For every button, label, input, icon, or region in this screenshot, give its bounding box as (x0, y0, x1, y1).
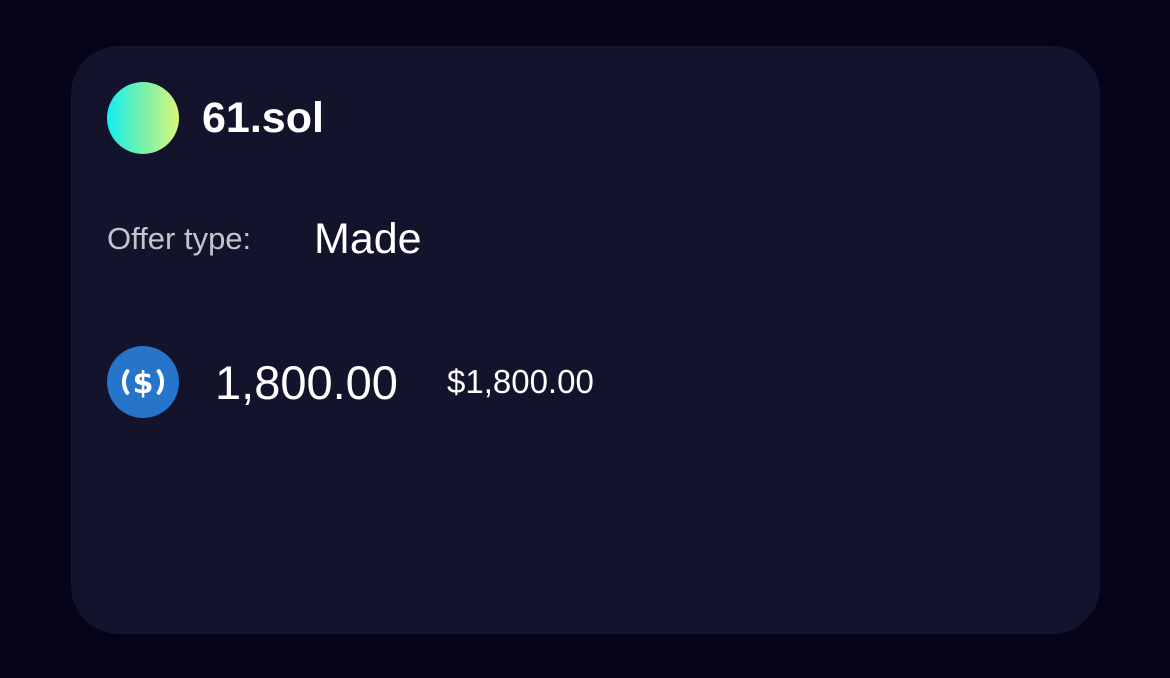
svg-text:$: $ (133, 366, 154, 401)
offer-type-label: Offer type: (107, 221, 252, 256)
domain-avatar (107, 82, 179, 154)
offer-card[interactable]: 61.sol Offer type: Made $ 1,800.00 $1,80… (71, 46, 1100, 634)
offer-type-value: Made (314, 215, 422, 263)
token-amount: 1,800.00 (215, 356, 398, 409)
fiat-value: $1,800.00 (447, 363, 594, 400)
usdc-icon: $ (107, 346, 179, 418)
domain-name[interactable]: 61.sol (202, 90, 324, 146)
